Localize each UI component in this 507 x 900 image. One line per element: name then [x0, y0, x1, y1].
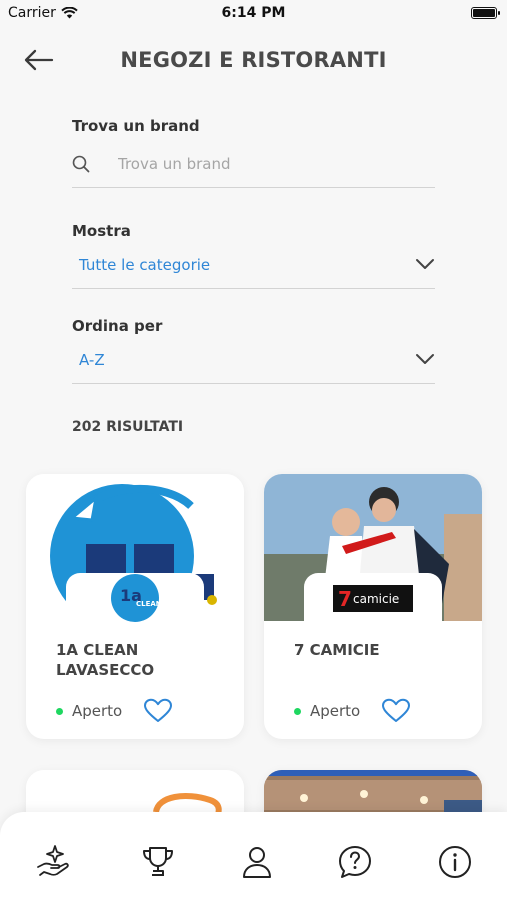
open-status-dot [294, 707, 301, 715]
battery-icon [471, 7, 500, 19]
search-box [72, 143, 435, 188]
results-count: 202 RISULTATI [72, 419, 184, 435]
tab-rewards[interactable] [34, 842, 74, 882]
store-logo-image: 7 camicie [333, 585, 413, 612]
store-name: 7 CAMICIE [294, 641, 380, 659]
heart-icon[interactable] [143, 698, 173, 724]
sort-field: Ordina per A-Z [72, 317, 435, 384]
store-status-label: Aperto [310, 702, 361, 720]
info-icon [439, 846, 471, 878]
svg-text:7: 7 [338, 587, 352, 611]
tab-help[interactable] [335, 842, 375, 882]
category-select[interactable]: Tutte le categorie [72, 244, 435, 289]
brand-search-label: Trova un brand [72, 117, 200, 135]
search-input[interactable] [116, 149, 420, 179]
store-status: Aperto [56, 702, 122, 720]
sort-select-value: A-Z [79, 351, 105, 369]
open-status-dot [56, 707, 63, 715]
svg-text:camicie: camicie [353, 592, 399, 606]
store-card[interactable]: 7 camicie 7 CAMICIE Aperto [264, 474, 482, 739]
chevron-down-icon [416, 259, 434, 269]
store-logo-image: 1a CLEAN [111, 574, 162, 622]
header: NEGOZI E RISTORANTI [0, 36, 507, 86]
trophy-icon [143, 847, 173, 876]
question-icon [339, 846, 371, 878]
show-filter-label: Mostra [72, 222, 131, 240]
store-logo: 7 camicie [304, 573, 442, 623]
sort-select[interactable]: A-Z [72, 339, 435, 384]
store-logo: 1a CLEAN [66, 573, 204, 623]
heart-icon[interactable] [381, 698, 411, 724]
store-status-label: Aperto [72, 702, 123, 720]
user-icon [243, 847, 271, 878]
store-card[interactable]: 1a CLEAN 1A CLEAN LAVASECCO Aperto [26, 474, 244, 739]
chevron-down-icon [416, 354, 434, 364]
store-name: 1A CLEAN LAVASECCO [56, 641, 155, 679]
clock: 6:14 PM [221, 5, 286, 21]
store-status: Aperto [294, 702, 360, 720]
category-select-value: Tutte le categorie [79, 256, 211, 274]
page-title: NEGOZI E RISTORANTI [120, 48, 387, 72]
search-icon [72, 155, 90, 173]
hand-sparkle-icon [37, 845, 69, 876]
tab-trophy[interactable] [138, 842, 178, 882]
show-filter-field: Mostra Tutte le categorie [72, 222, 435, 289]
brand-search-field: Trova un brand [72, 117, 435, 188]
sort-label: Ordina per [72, 317, 163, 335]
tab-profile[interactable] [237, 842, 277, 882]
bottom-tab-bar [0, 812, 507, 900]
svg-text:CLEAN: CLEAN [136, 600, 162, 608]
tab-info[interactable] [435, 842, 475, 882]
status-bar: Carrier 6:14 PM [0, 0, 507, 28]
